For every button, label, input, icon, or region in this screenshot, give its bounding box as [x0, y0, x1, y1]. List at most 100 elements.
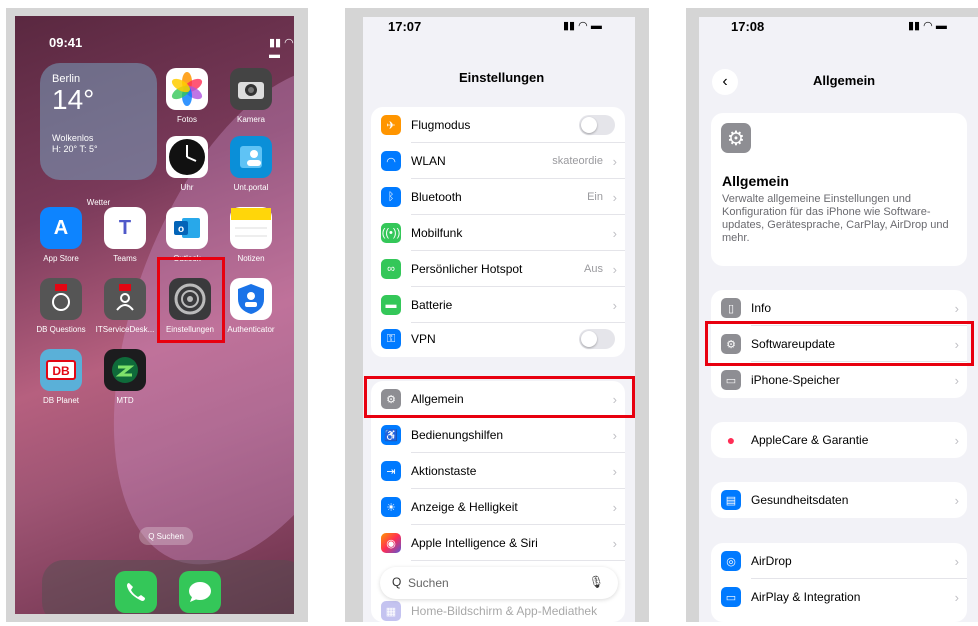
app-label-mtd: MTD — [116, 396, 134, 405]
highlight-allgemein-row — [364, 376, 635, 418]
row-anzeige[interactable]: ☀ Anzeige & Helligkeit › — [371, 489, 625, 525]
siri-icon: ◉ — [381, 533, 401, 553]
home-screen: 09:41 ▮▮ ◠ ▬ Berlin 14° Wolkenlos H: 20°… — [15, 16, 294, 614]
teams-app-icon[interactable]: T — [104, 207, 146, 249]
row-siri[interactable]: ◉ Apple Intelligence & Siri › — [371, 525, 625, 561]
chevron-right-icon: › — [612, 297, 617, 313]
back-button[interactable]: ‹ — [712, 69, 738, 95]
itservicedesk-app-icon[interactable] — [104, 278, 146, 320]
mtd-app-icon[interactable] — [104, 349, 146, 391]
outlook-app-icon[interactable]: o — [166, 207, 208, 249]
apple-icon: ● — [721, 430, 741, 450]
row-airplay[interactable]: ▭ AirPlay & Integration › — [711, 579, 967, 615]
action-button-icon: ⇥ — [381, 461, 401, 481]
authenticator-app-icon[interactable] — [230, 278, 272, 320]
settings-search-bar[interactable]: Q Suchen 🎙 — [380, 567, 618, 599]
chevron-right-icon: › — [612, 225, 617, 241]
status-time: 17:07 — [388, 19, 422, 34]
vpn-icon: ⚿ — [381, 329, 401, 349]
status-time: 17:08 — [731, 19, 765, 34]
row-hotspot[interactable]: ∞ Persönlicher Hotspot Aus › — [371, 251, 625, 287]
search-icon: Q — [392, 575, 402, 589]
settings-group-connectivity: ✈ Flugmodus ◠ WLAN skateordie › ᛒ Blueto… — [371, 107, 625, 357]
app-label-uhr: Uhr — [180, 183, 194, 192]
photos-app-icon[interactable] — [166, 68, 208, 110]
app-label-teams: Teams — [113, 254, 137, 263]
airdrop-icon: ◎ — [721, 551, 741, 571]
app-label-app-store: App Store — [43, 254, 79, 263]
app-label-db-questions: DB Questions — [36, 325, 86, 334]
general-group-applecare: ● AppleCare & Garantie › — [711, 422, 967, 458]
home-screen-icon: ▦ — [381, 601, 401, 621]
app-store-icon[interactable]: A — [40, 207, 82, 249]
chevron-right-icon: › — [954, 432, 959, 448]
chevron-right-icon: › — [954, 300, 959, 316]
app-label-db-planet: DB Planet — [42, 396, 80, 405]
db-questions-app-icon[interactable] — [40, 278, 82, 320]
battery-icon: ▬ — [381, 295, 401, 315]
flugmodus-toggle[interactable] — [579, 115, 615, 135]
row-aktionstaste[interactable]: ⇥ Aktionstaste › — [371, 453, 625, 489]
search-placeholder: Suchen — [408, 576, 449, 590]
svg-text:o: o — [178, 224, 184, 235]
weather-temp: 14° — [52, 84, 95, 115]
row-mobilfunk[interactable]: ((•)) Mobilfunk › — [371, 215, 625, 251]
home-search-button[interactable]: Q Suchen — [139, 527, 193, 545]
chevron-right-icon: › — [612, 153, 617, 169]
chevron-right-icon: › — [612, 189, 617, 205]
highlight-settings-app — [157, 257, 225, 343]
status-time: 09:41 — [49, 35, 83, 50]
bluetooth-icon: ᛒ — [381, 187, 401, 207]
airplay-icon: ▭ — [721, 587, 741, 607]
app-label-unt-portal: Unt.portal — [233, 183, 269, 192]
chevron-right-icon: › — [954, 589, 959, 605]
row-vpn[interactable]: ⚿ VPN — [371, 321, 625, 357]
app-label-itservicedesk: ITServiceDesk... — [95, 325, 155, 334]
row-iphone-speicher[interactable]: ▭ iPhone-Speicher › — [711, 362, 967, 398]
chevron-right-icon: › — [612, 427, 617, 443]
chevron-right-icon: › — [612, 261, 617, 277]
weather-widget[interactable]: Berlin 14° Wolkenlos H: 20° T: 5° — [40, 63, 157, 180]
unternehmensportal-app-icon[interactable] — [230, 136, 272, 178]
row-airdrop[interactable]: ◎ AirDrop › — [711, 543, 967, 579]
clock-app-icon[interactable] — [166, 136, 208, 178]
vpn-toggle[interactable] — [579, 329, 615, 349]
row-bluetooth[interactable]: ᛒ Bluetooth Ein › — [371, 179, 625, 215]
airplane-icon: ✈ — [381, 115, 401, 135]
sun-icon: ☀ — [381, 497, 401, 517]
general-group-health: ▤ Gesundheitsdaten › — [711, 482, 967, 518]
hero-description: Verwalte allgemeine Einstellungen und Ko… — [722, 193, 949, 244]
phone-app-icon[interactable] — [115, 571, 157, 613]
row-gesundheitsdaten[interactable]: ▤ Gesundheitsdaten › — [711, 482, 967, 518]
hero-title: Allgemein — [722, 173, 789, 189]
row-wlan[interactable]: ◠ WLAN skateordie › — [371, 143, 625, 179]
row-applecare[interactable]: ● AppleCare & Garantie › — [711, 422, 967, 458]
db-planet-app-icon[interactable]: DB — [40, 349, 82, 391]
notes-app-icon[interactable] — [230, 207, 272, 249]
phone-info-icon: ▯ — [721, 298, 741, 318]
app-label-fotos: Fotos — [176, 115, 197, 124]
accessibility-icon: ♿ — [381, 425, 401, 445]
status-icons: ▮▮ ◠ ▬ — [908, 20, 947, 32]
chevron-right-icon: › — [954, 553, 959, 569]
row-batterie[interactable]: ▬ Batterie › — [371, 287, 625, 323]
chevron-right-icon: › — [954, 492, 959, 508]
app-label-notizen: Notizen — [237, 254, 265, 263]
camera-app-icon[interactable] — [230, 68, 272, 110]
page-title: Einstellungen — [459, 70, 545, 85]
row-bedienungshilfen[interactable]: ♿ Bedienungshilfen › — [371, 417, 625, 453]
status-icons: ▮▮ ◠ ▬ — [563, 20, 602, 32]
row-flugmodus[interactable]: ✈ Flugmodus — [371, 107, 625, 143]
dock — [42, 560, 294, 614]
wifi-icon: ◠ — [381, 151, 401, 171]
chevron-right-icon: › — [612, 499, 617, 515]
highlight-softwareupdate-row — [705, 321, 974, 366]
hotspot-icon: ∞ — [381, 259, 401, 279]
microphone-icon[interactable]: 🎙 — [589, 575, 604, 589]
messages-app-icon[interactable] — [179, 571, 221, 613]
chevron-right-icon: › — [612, 535, 617, 551]
chevron-right-icon: › — [612, 463, 617, 479]
page-title: Allgemein — [813, 73, 876, 88]
gear-icon: ⚙ — [721, 123, 751, 153]
weather-condition: Wolkenlos H: 20° T: 5° — [52, 133, 98, 154]
